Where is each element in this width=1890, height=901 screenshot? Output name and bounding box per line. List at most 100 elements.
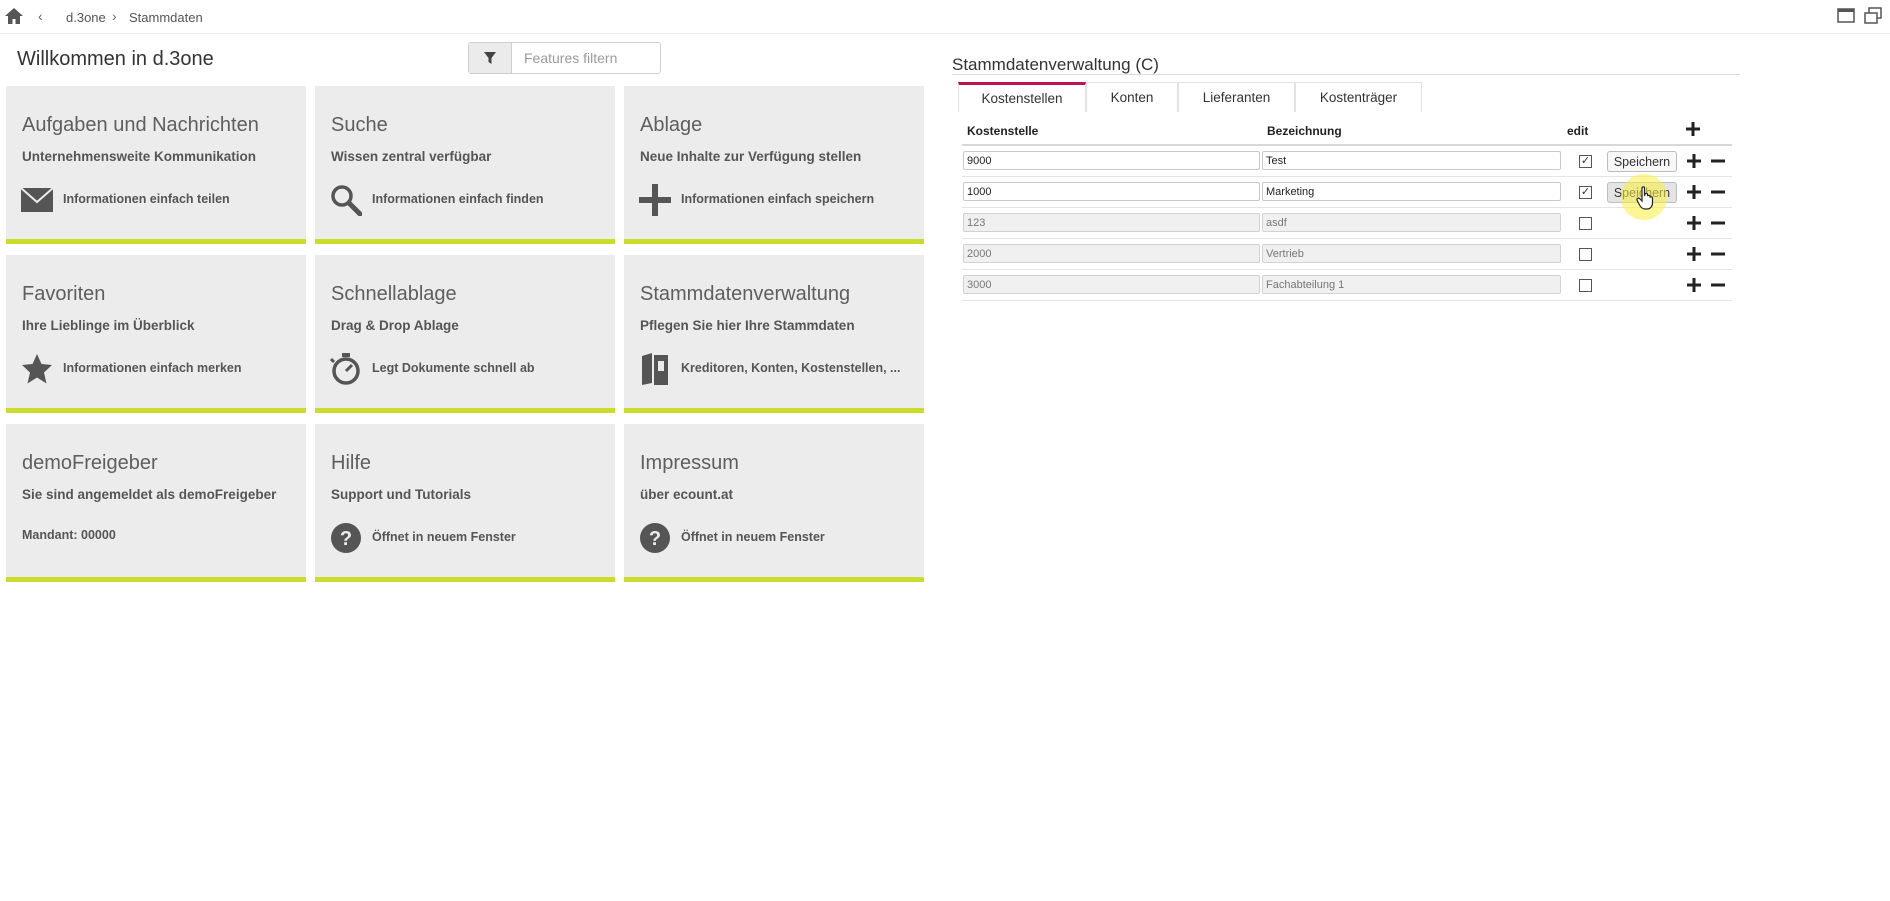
breadcrumb-d3one[interactable]: d.3one	[66, 10, 106, 25]
tile-subtitle: Unternehmensweite Kommunikation	[22, 149, 257, 164]
title-divider	[952, 74, 1740, 75]
tile-suche[interactable]: Suche Wissen zentral verfügbar Informati…	[315, 86, 615, 244]
svg-text:?: ?	[649, 528, 661, 550]
kostenstelle-input[interactable]	[963, 213, 1260, 232]
tile-text: Informationen einfach finden	[372, 192, 544, 206]
bezeichnung-input[interactable]	[1262, 213, 1561, 232]
back-chevron-icon[interactable]: ‹	[38, 8, 43, 24]
edit-checkbox[interactable]: ✓	[1579, 186, 1592, 199]
add-row-icon[interactable]	[1686, 215, 1702, 231]
kostenstelle-input[interactable]	[963, 182, 1260, 201]
bezeichnung-input[interactable]	[1262, 182, 1561, 201]
tile-title: Aufgaben und Nachrichten	[22, 114, 259, 136]
tile-text: Mandant: 00000	[22, 528, 116, 542]
tile-impressum[interactable]: Impressum über ecount.at ? Öffnet in neu…	[624, 424, 924, 582]
tile-title: Favoriten	[22, 283, 106, 305]
tile-favoriten[interactable]: Favoriten Ihre Lieblinge im Überblick In…	[6, 255, 306, 413]
tile-subtitle: Support und Tutorials	[331, 487, 471, 502]
column-bezeichnung: Bezeichnung	[1267, 124, 1342, 138]
tile-text: Legt Dokumente schnell ab	[372, 361, 535, 375]
tile-text: Informationen einfach teilen	[63, 192, 230, 206]
remove-row-icon[interactable]	[1710, 184, 1726, 200]
add-row-icon[interactable]	[1686, 277, 1702, 293]
breadcrumb-stammdaten[interactable]: Stammdaten	[129, 10, 203, 25]
kostenstelle-input[interactable]	[963, 244, 1260, 263]
search-icon	[329, 183, 363, 217]
svg-text:?: ?	[340, 528, 352, 550]
tile-title: Hilfe	[331, 452, 372, 474]
column-edit: edit	[1567, 124, 1589, 138]
add-row-icon[interactable]	[1685, 121, 1701, 137]
tile-hilfe[interactable]: Hilfe Support und Tutorials ? Öffnet in …	[315, 424, 615, 582]
add-row-icon[interactable]	[1686, 153, 1702, 169]
tile-title: Impressum	[640, 452, 739, 474]
tile-subtitle: Sie sind angemeldet als demoFreigeber	[22, 487, 277, 502]
plus-icon	[638, 183, 672, 217]
tile-text: Öffnet in neuem Fenster	[681, 530, 825, 544]
tile-text: Informationen einfach merken	[63, 361, 242, 375]
edit-checkbox[interactable]	[1579, 279, 1592, 292]
add-row-icon[interactable]	[1686, 184, 1702, 200]
stammdaten-title: Stammdatenverwaltung (C)	[952, 55, 1159, 74]
tile-title: Stammdatenverwaltung	[640, 283, 851, 305]
remove-row-icon[interactable]	[1710, 277, 1726, 293]
bezeichnung-input[interactable]	[1262, 151, 1561, 170]
edit-checkbox[interactable]	[1579, 217, 1592, 230]
kostenstelle-input[interactable]	[963, 151, 1260, 170]
edit-checkbox[interactable]: ✓	[1579, 155, 1592, 168]
help-icon: ?	[638, 521, 672, 555]
tile-subtitle: Neue Inhalte zur Verfügung stellen	[640, 149, 862, 164]
book-icon	[638, 352, 672, 386]
tile-title: Schnellablage	[331, 283, 457, 305]
bezeichnung-input[interactable]	[1262, 244, 1561, 263]
table-row: ✓ Speichern	[962, 146, 1732, 177]
top-bar: ‹ d.3one › Stammdaten	[0, 0, 1890, 34]
tile-subtitle: Ihre Lieblinge im Überblick	[22, 318, 195, 333]
save-button[interactable]: Speichern	[1607, 151, 1677, 172]
remove-row-icon[interactable]	[1710, 246, 1726, 262]
tile-aufgaben[interactable]: Aufgaben und Nachrichten Unternehmenswei…	[6, 86, 306, 244]
help-icon: ?	[329, 521, 363, 555]
window-maximize-icon[interactable]	[1837, 8, 1855, 23]
home-icon[interactable]	[4, 7, 24, 25]
tile-title: Ablage	[640, 114, 703, 136]
kostenstelle-input[interactable]	[963, 275, 1260, 294]
breadcrumb-separator-icon: ›	[112, 8, 117, 24]
table-row	[962, 239, 1732, 270]
tile-subtitle: über ecount.at	[640, 487, 734, 502]
tile-subtitle: Drag & Drop Ablage	[331, 318, 459, 333]
filter-button[interactable]	[469, 43, 512, 73]
tab-konten[interactable]: Konten	[1086, 82, 1178, 112]
mail-icon	[20, 183, 54, 217]
bezeichnung-input[interactable]	[1262, 275, 1561, 294]
tab-kostentraeger[interactable]: Kostenträger	[1295, 82, 1422, 112]
remove-row-icon[interactable]	[1710, 215, 1726, 231]
tab-lieferanten[interactable]: Lieferanten	[1178, 82, 1295, 112]
feature-filter	[468, 42, 661, 74]
tile-subtitle: Wissen zentral verfügbar	[331, 149, 492, 164]
tile-demofreigeber[interactable]: demoFreigeber Sie sind angemeldet als de…	[6, 424, 306, 582]
table-row: ✓ Speichern	[962, 177, 1732, 208]
star-icon	[20, 352, 54, 386]
edit-checkbox[interactable]	[1579, 248, 1592, 261]
tile-text: Informationen einfach speichern	[681, 192, 875, 206]
stopwatch-icon	[329, 352, 363, 386]
tile-schnellablage[interactable]: Schnellablage Drag & Drop Ablage Legt Do…	[315, 255, 615, 413]
page-title: Willkommen in d.3one	[17, 48, 214, 70]
window-restore-icon[interactable]	[1864, 7, 1882, 24]
tile-ablage[interactable]: Ablage Neue Inhalte zur Verfügung stelle…	[624, 86, 924, 244]
tile-title: Suche	[331, 114, 388, 136]
tab-kostenstellen[interactable]: Kostenstellen	[958, 82, 1086, 112]
column-kostenstelle: Kostenstelle	[967, 124, 1039, 138]
remove-row-icon[interactable]	[1710, 153, 1726, 169]
table-row	[962, 208, 1732, 239]
hand-cursor-icon	[1636, 186, 1654, 210]
filter-icon	[484, 52, 496, 64]
add-row-icon[interactable]	[1686, 246, 1702, 262]
tile-text: Öffnet in neuem Fenster	[372, 530, 516, 544]
tile-text: Kreditoren, Konten, Kostenstellen, ...	[681, 361, 901, 375]
tile-subtitle: Pflegen Sie hier Ihre Stammdaten	[640, 318, 855, 333]
feature-filter-input[interactable]	[512, 43, 660, 73]
tile-stammdatenverwaltung[interactable]: Stammdatenverwaltung Pflegen Sie hier Ih…	[624, 255, 924, 413]
table-row	[962, 270, 1732, 301]
